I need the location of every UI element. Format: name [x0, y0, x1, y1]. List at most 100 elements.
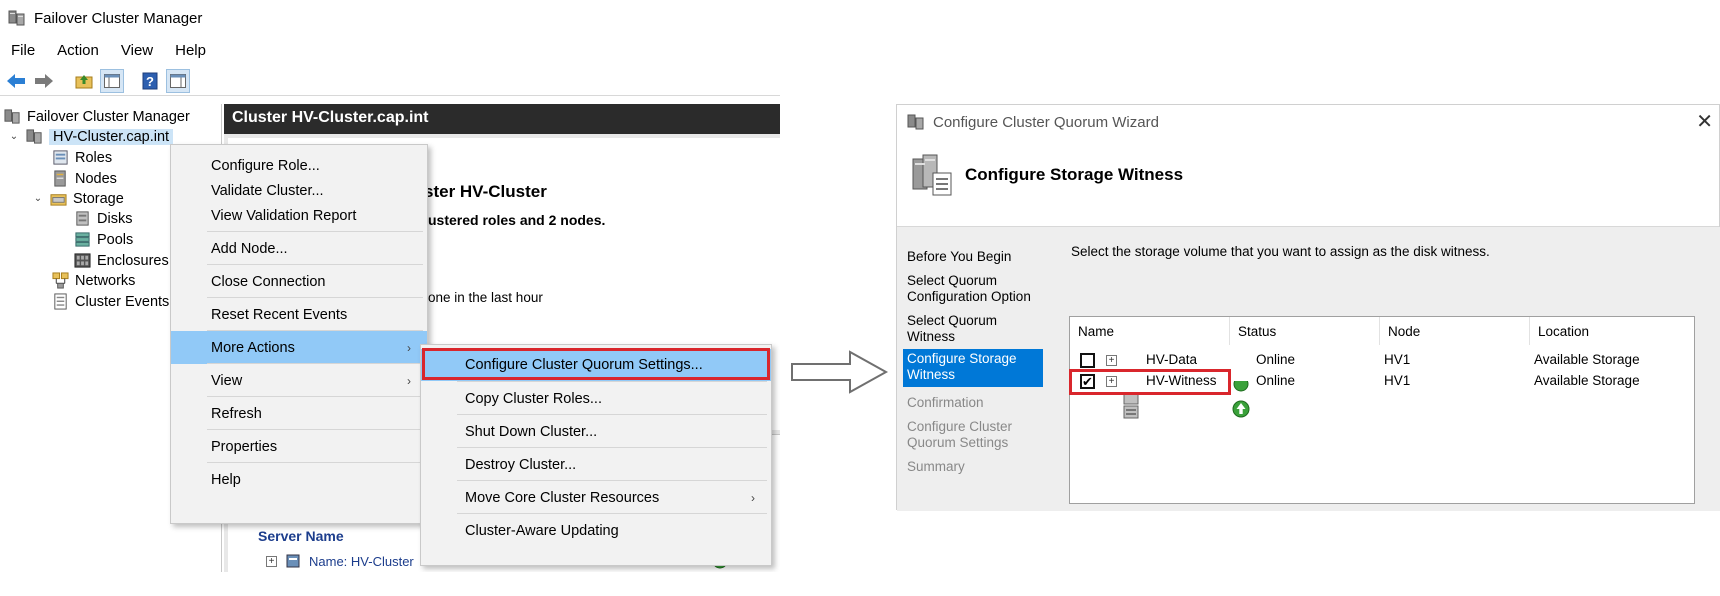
- submenu-arrow-icon: ›: [407, 340, 411, 355]
- tree-label: Nodes: [75, 170, 117, 187]
- pool-icon: [75, 232, 90, 247]
- step-select-quorum-configuration-option[interactable]: Select Quorum Configuration Option: [903, 271, 1043, 307]
- instruction-text: Select the storage volume that you want …: [1071, 244, 1490, 259]
- forward-arrow-icon: [35, 73, 53, 88]
- menu-item-properties[interactable]: Properties: [171, 430, 427, 463]
- server-name-icon: [286, 554, 300, 568]
- cluster-manager-icon: [4, 109, 20, 124]
- expand-icon[interactable]: +: [266, 555, 277, 567]
- menu-item-more-actions[interactable]: More Actions ›: [171, 331, 427, 364]
- row-location: Available Storage: [1534, 373, 1640, 388]
- close-icon: ✕: [1696, 111, 1713, 133]
- network-icon: [52, 272, 69, 289]
- menu-item-cluster-aware-updating[interactable]: Cluster-Aware Updating: [421, 514, 771, 547]
- help-icon: ?: [142, 72, 158, 89]
- row-location: Available Storage: [1534, 352, 1640, 367]
- server-name-header: Server Name: [258, 528, 344, 544]
- menu-item-add-node[interactable]: Add Node...: [171, 232, 427, 265]
- quorum-settings-callout-box: [422, 348, 770, 380]
- tree-item-disks[interactable]: Disks: [74, 208, 132, 229]
- menu-item-help[interactable]: Help: [171, 463, 427, 496]
- events-log-icon: [54, 293, 67, 310]
- roles-icon: [53, 150, 68, 165]
- wizard-page-title: Configure Storage Witness: [965, 165, 1184, 184]
- step-select-quorum-witness[interactable]: Select Quorum Witness: [903, 311, 1043, 347]
- back-arrow-icon: [7, 73, 25, 88]
- tree-label: HV-Cluster.cap.int: [49, 128, 174, 145]
- console-tree-icon: [104, 73, 120, 88]
- menu-item-destroy-cluster[interactable]: Destroy Cluster...: [421, 448, 771, 481]
- row-node: HV1: [1384, 373, 1411, 388]
- wizard-header: Configure Storage Witness: [897, 139, 1719, 227]
- tree-item-failover-cluster-manager[interactable]: Failover Cluster Manager: [4, 106, 190, 127]
- column-header-status[interactable]: Status: [1230, 317, 1380, 345]
- menu-bar: File Action View Help: [0, 40, 780, 62]
- column-header-node[interactable]: Node: [1380, 317, 1530, 345]
- results-pane-header: Cluster HV-Cluster.cap.int: [224, 104, 780, 134]
- menu-item-view[interactable]: View ›: [171, 364, 427, 397]
- menu-help[interactable]: Help: [164, 40, 217, 62]
- tree-label: Networks: [75, 272, 136, 289]
- menu-file[interactable]: File: [0, 40, 46, 62]
- summary-subtitle: ustered roles and 2 nodes.: [428, 212, 606, 228]
- wizard-window-title: Configure Cluster Quorum Wizard: [933, 113, 1159, 131]
- show-hide-tree-button[interactable]: [100, 68, 124, 93]
- action-pane-icon: [170, 73, 186, 88]
- failover-cluster-manager-window: Failover Cluster Manager File Action Vie…: [0, 0, 780, 572]
- checkbox-hv-data[interactable]: [1080, 353, 1095, 368]
- cluster-manager-icon: [8, 10, 25, 26]
- folder-up-icon: [75, 74, 93, 88]
- window-title: Failover Cluster Manager: [34, 9, 203, 27]
- show-action-pane-button[interactable]: [166, 68, 190, 93]
- menu-item-move-core-cluster-resources[interactable]: Move Core Cluster Resources ›: [421, 481, 771, 514]
- menu-item-close-connection[interactable]: Close Connection: [171, 265, 427, 298]
- up-level-button[interactable]: [72, 69, 96, 93]
- step-summary: Summary: [907, 459, 965, 474]
- tree-item-cluster-events[interactable]: Cluster Events: [52, 291, 169, 312]
- forward-button[interactable]: [32, 69, 56, 93]
- tree-item-nodes[interactable]: Nodes: [52, 168, 117, 189]
- row-status: Online: [1256, 352, 1296, 367]
- cluster-wizard-icon: [912, 154, 952, 196]
- wizard-app-icon: [907, 114, 924, 130]
- menu-item-shut-down-cluster[interactable]: Shut Down Cluster...: [421, 415, 771, 448]
- hv-witness-callout-box: [1069, 369, 1231, 395]
- recent-events-text: one in the last hour: [428, 290, 543, 305]
- tree-item-cluster[interactable]: ⌄ HV-Cluster.cap.int: [8, 126, 174, 147]
- expand-icon[interactable]: +: [1106, 355, 1117, 366]
- tree-item-pools[interactable]: Pools: [74, 229, 133, 250]
- menu-item-reset-recent-events[interactable]: Reset Recent Events: [171, 298, 427, 331]
- menu-action[interactable]: Action: [46, 40, 110, 62]
- cluster-context-menu: Configure Role... Validate Cluster... Vi…: [170, 144, 428, 524]
- disk-icon: [1123, 393, 1139, 419]
- online-arrow-icon: [1232, 381, 1250, 418]
- tree-label: Enclosures: [97, 252, 169, 269]
- svg-text:?: ?: [146, 74, 154, 89]
- tree-item-roles[interactable]: Roles: [52, 147, 112, 168]
- step-confirmation: Confirmation: [907, 395, 984, 410]
- row-node: HV1: [1384, 352, 1411, 367]
- chevron-down-icon[interactable]: ⌄: [8, 131, 20, 142]
- step-configure-storage-witness[interactable]: Configure Storage Witness: [903, 349, 1043, 387]
- tree-label: Cluster Events: [75, 293, 170, 310]
- menu-item-copy-cluster-roles[interactable]: Copy Cluster Roles...: [421, 382, 771, 415]
- step-before-you-begin[interactable]: Before You Begin: [903, 247, 1043, 267]
- tree-item-networks[interactable]: Networks: [52, 270, 135, 291]
- column-header-location[interactable]: Location: [1530, 317, 1694, 345]
- tree-item-storage[interactable]: ⌄ Storage: [32, 188, 124, 209]
- chevron-down-icon[interactable]: ⌄: [32, 193, 44, 204]
- tree-item-enclosures[interactable]: Enclosures: [74, 250, 169, 271]
- tree-label: Roles: [75, 149, 113, 166]
- menu-item-refresh[interactable]: Refresh: [171, 397, 427, 430]
- close-button[interactable]: ✕: [1696, 109, 1713, 134]
- back-button[interactable]: [4, 69, 28, 93]
- help-button[interactable]: ?: [138, 69, 162, 93]
- nodes-icon: [54, 170, 66, 187]
- server-row-name: Name: HV-Cluster: [309, 553, 414, 569]
- column-header-name[interactable]: Name: [1070, 317, 1230, 345]
- server-row[interactable]: + Name: HV-Cluster: [266, 553, 414, 569]
- menu-view[interactable]: View: [110, 40, 164, 62]
- enclosure-icon: [74, 253, 91, 268]
- menu-item-view-validation-report[interactable]: View Validation Report: [171, 199, 427, 232]
- wizard-steps: Before You Begin Select Quorum Configura…: [897, 227, 1049, 511]
